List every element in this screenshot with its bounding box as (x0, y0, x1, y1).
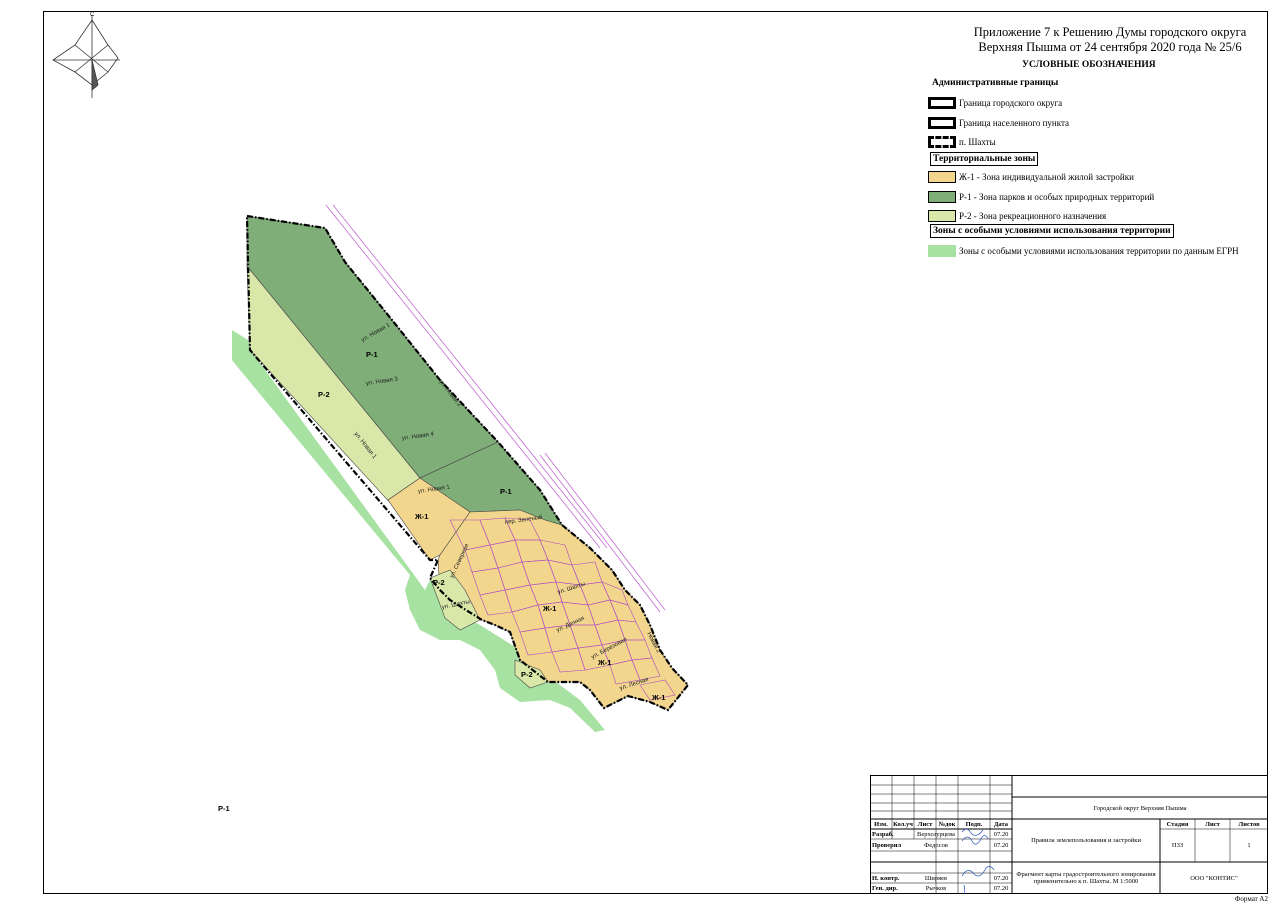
legend-heading: УСЛОВНЫЕ ОБОЗНАЧЕНИЯ (1022, 60, 1156, 70)
north-arrow-icon (52, 15, 120, 98)
legend-label: п. Шахты (959, 137, 996, 147)
title-line-2: Верхняя Пышма от 24 сентября 2020 года №… (978, 40, 1242, 54)
val-listov: 1 (1247, 842, 1251, 849)
label-zh1-tip: Ж-1 (652, 693, 666, 702)
hdr-podp: Подп. (965, 820, 983, 828)
label-r2-small1: Р-2 (433, 578, 445, 587)
boundary-swatch-icon (927, 96, 957, 110)
zone-swatch-icon (928, 210, 956, 222)
document-title: Приложение 7 к Решению Думы городского о… (960, 25, 1260, 55)
label-r1-east: Р-1 (500, 487, 512, 496)
label-r1-outside: Р-1 (218, 804, 230, 813)
hdr-koluch: Кол.уч (893, 820, 913, 828)
legend-admin-heading: Административные границы (932, 78, 1059, 88)
boundary-swatch-icon (927, 116, 957, 130)
legend-item-okrug-boundary: Граница городского округа (927, 96, 1063, 110)
legend-item-r1: Р-1 - Зона парков и особых природных тер… (928, 190, 1154, 204)
role-proveril: Проверил (872, 841, 902, 849)
role-razrab: Разраб. (872, 830, 894, 838)
label-r2-west: Р-2 (318, 390, 330, 399)
label-zh1-center: Ж-1 (543, 604, 557, 613)
legend: УСЛОВНЫЕ ОБОЗНАЧЕНИЯ Административные гр… (927, 60, 1258, 260)
val-stadiya: ПЗЗ (1171, 842, 1184, 849)
hdr-stadiya: Стадия (1166, 820, 1189, 828)
legend-label: Граница городского округа (959, 98, 1063, 108)
label-r2-small2: Р-2 (521, 670, 533, 679)
title-line-1: Приложение 7 к Решению Думы городского о… (973, 25, 1247, 39)
name-gendir: Рычков (925, 885, 947, 892)
legend-item-zh1: Ж-1 - Зона индивидуальной жилой застройк… (928, 170, 1134, 184)
boundary-swatch-icon (928, 136, 956, 148)
legend-label: Р-2 - Зона рекреационного назначения (959, 211, 1107, 221)
zone-swatch-icon (928, 171, 956, 183)
legend-label: Граница населенного пункта (959, 118, 1069, 128)
val-list (1195, 829, 1230, 862)
hdr-ndok: №док (938, 820, 956, 828)
legend-zones-heading: Территориальные зоны (930, 152, 1039, 166)
legend-item-settlement-boundary: Граница населенного пункта (927, 116, 1069, 130)
hdr-listov: Листов (1238, 820, 1260, 828)
zone-swatch-icon (928, 245, 956, 257)
project-title: Правила землепользования и застройки (1031, 837, 1141, 844)
date-gendir: 07.20 (993, 885, 1009, 892)
date-nkontr: 07.20 (993, 874, 1009, 882)
legend-item-egrn: Зоны с особыми условиями использования т… (928, 244, 1239, 258)
hdr-list2: Лист (1205, 820, 1220, 828)
label-zh1-south: Ж-1 (598, 658, 612, 667)
legend-label: Ж-1 - Зона индивидуальной жилой застройк… (959, 172, 1134, 182)
name-razrab: Верхозурцева (917, 830, 955, 838)
hdr-list: Лист (917, 820, 933, 828)
date-razrab: 07.20 (993, 830, 1009, 838)
legend-special-heading: Зоны с особыми условиями использования т… (930, 224, 1174, 238)
legend-item-r2: Р-2 - Зона рекреационного назначения (928, 209, 1106, 223)
label-zh1-north: Ж-1 (415, 512, 429, 521)
label-r1-north: Р-1 (366, 350, 378, 359)
legend-label: Зоны с особыми условиями использования т… (959, 246, 1239, 256)
title-block: Изм. Кол.уч Лист №док Подп. Дата Разраб.… (870, 775, 1268, 894)
legend-item-shakhty: п. Шахты (928, 135, 996, 149)
role-gendir: Ген. дир. (872, 885, 898, 892)
legend-label: Р-1 - Зона парков и особых природных тер… (959, 192, 1155, 202)
hdr-data: Дата (993, 820, 1009, 828)
role-nkontr: Н. контр. (872, 874, 900, 882)
name-proveril: Федосов (924, 841, 948, 849)
date-proveril: 07.20 (993, 841, 1009, 849)
company-name: ООО "КОНТИС" (1190, 874, 1238, 882)
zone-zh1-main (437, 509, 689, 711)
format-label: Формат А2 (1234, 895, 1268, 903)
compass-letter: С (90, 12, 95, 18)
hdr-izm: Изм. (874, 820, 888, 828)
zone-swatch-icon (928, 191, 956, 203)
name-nkontr: Ширяев (924, 874, 948, 882)
org-title: Городской округ Верхняя Пышма (1093, 804, 1187, 812)
sheet-title: Фрагмент карты градостроительного зониро… (1016, 871, 1156, 885)
